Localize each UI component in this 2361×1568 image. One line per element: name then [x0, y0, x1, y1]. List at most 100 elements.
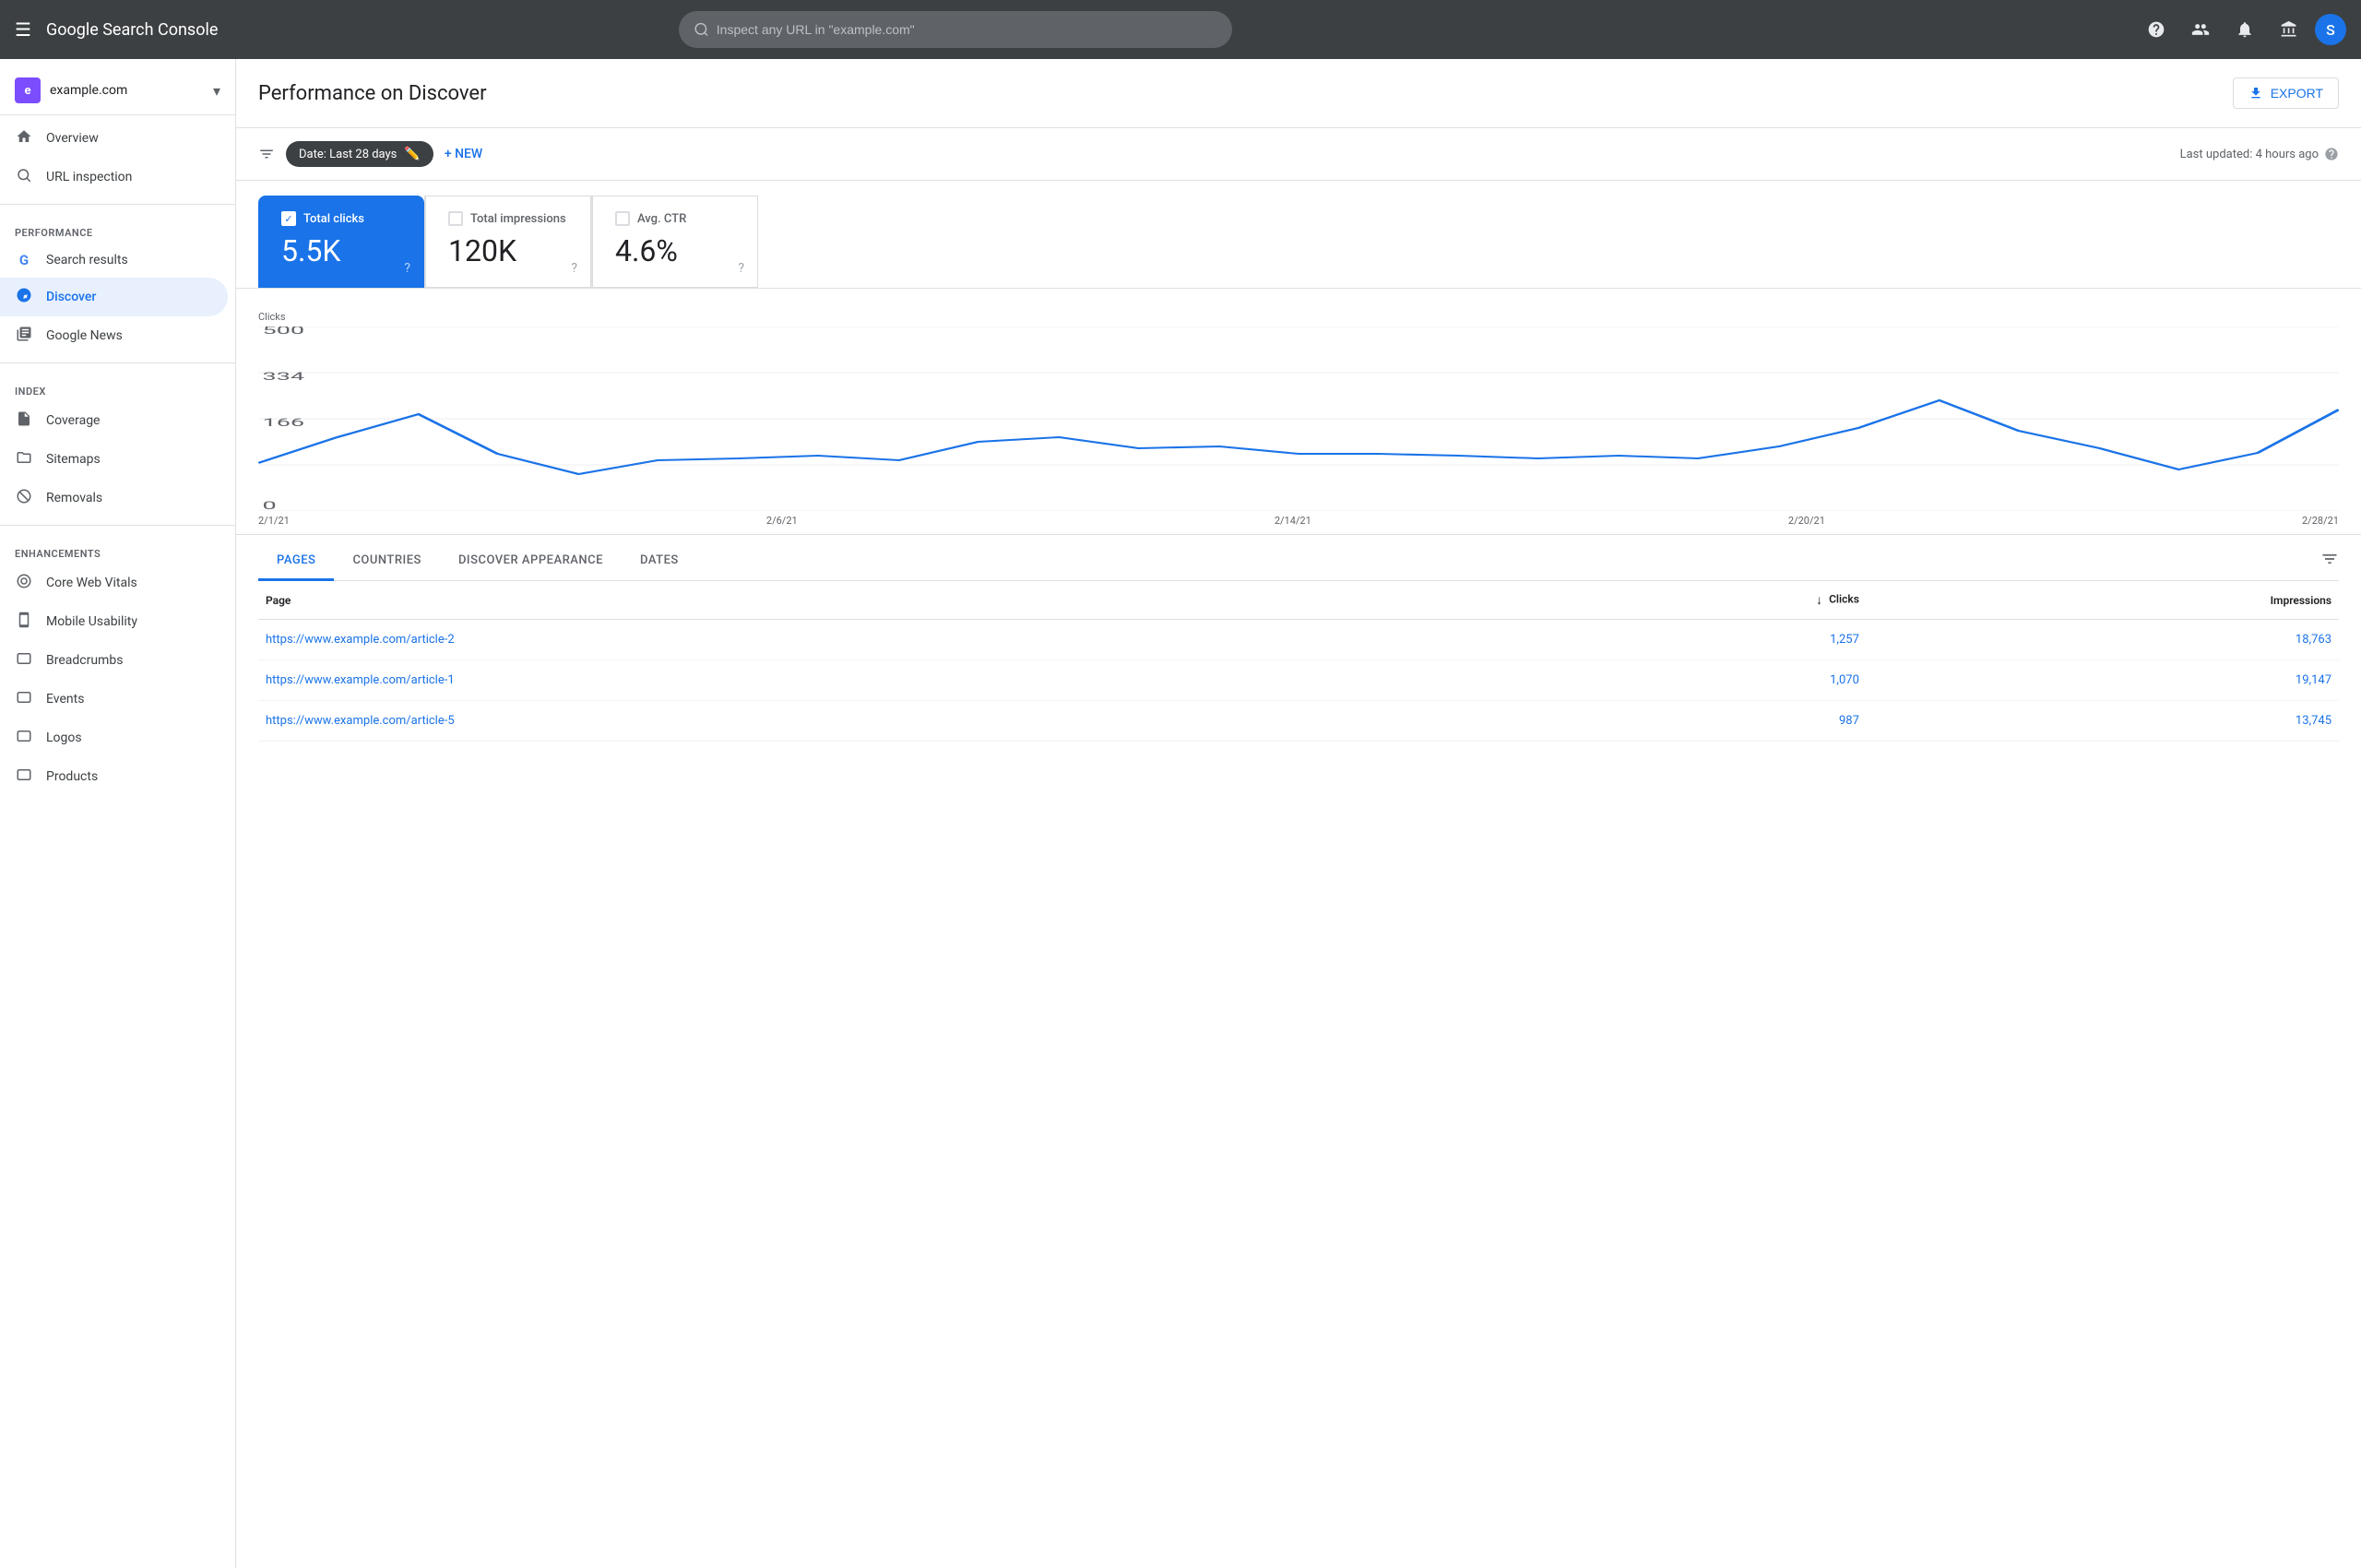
coverage-icon — [15, 410, 33, 431]
download-icon — [2248, 86, 2263, 101]
chart-x-label-3: 2/20/21 — [1788, 515, 1825, 527]
last-updated-help-icon[interactable] — [2324, 147, 2339, 161]
metric-impressions-checkbox — [448, 211, 463, 226]
sidebar-label-sitemaps: Sitemaps — [46, 452, 101, 467]
metric-clicks-check: ✓ — [281, 211, 296, 226]
page-url-0[interactable]: https://www.example.com/article-2 — [258, 620, 1507, 660]
metrics-row: ✓ Total clicks 5.5K ? Total impressions … — [236, 181, 2361, 289]
sidebar-item-breadcrumbs[interactable]: Breadcrumbs — [0, 641, 228, 680]
sidebar-item-coverage[interactable]: Coverage — [0, 401, 228, 440]
sitemaps-icon — [15, 449, 33, 469]
tab-discover-appearance[interactable]: DISCOVER APPEARANCE — [440, 542, 622, 581]
apps-button[interactable] — [2271, 11, 2308, 48]
site-selector[interactable]: e example.com ▾ — [0, 66, 235, 115]
chart-x-label-2: 2/14/21 — [1275, 515, 1311, 527]
section-label-enhancements: Enhancements — [0, 533, 235, 564]
sidebar-item-search-results[interactable]: G Search results — [0, 243, 228, 278]
sidebar-label-url-inspection: URL inspection — [46, 170, 132, 184]
metric-avg-ctr[interactable]: Avg. CTR 4.6% ? — [592, 196, 758, 288]
notifications-button[interactable] — [2226, 11, 2263, 48]
sidebar-item-sitemaps[interactable]: Sitemaps — [0, 440, 228, 479]
metric-ctr-help-icon[interactable]: ? — [738, 261, 744, 276]
search-bar[interactable] — [679, 11, 1232, 48]
col-header-impressions: Impressions — [1867, 581, 2339, 620]
search-input[interactable] — [717, 22, 1217, 37]
metric-clicks-label: ✓ Total clicks — [281, 211, 401, 226]
main-content: Performance on Discover EXPORT Date: Las… — [236, 59, 2361, 1568]
breadcrumbs-icon — [15, 650, 33, 671]
metric-total-impressions[interactable]: Total impressions 120K ? — [425, 196, 591, 288]
impressions-2: 13,745 — [1867, 701, 2339, 742]
metric-total-clicks[interactable]: ✓ Total clicks 5.5K ? — [258, 196, 424, 288]
metric-impressions-label: Total impressions — [448, 211, 568, 226]
sidebar-label-mobile-usability: Mobile Usability — [46, 614, 137, 629]
sort-down-icon: ↓ — [1816, 593, 1822, 608]
sidebar-item-google-news[interactable]: Google News — [0, 316, 228, 355]
chart-x-label-1: 2/6/21 — [766, 515, 798, 527]
menu-icon[interactable]: ☰ — [15, 18, 31, 41]
mobile-icon — [15, 612, 33, 632]
metric-clicks-help-icon[interactable]: ? — [404, 261, 410, 276]
navbar-icons: S — [2138, 11, 2346, 48]
date-filter-chip[interactable]: Date: Last 28 days ✏️ — [286, 141, 433, 167]
search-nav-icon — [15, 167, 33, 187]
sidebar-item-core-web-vitals[interactable]: Core Web Vitals — [0, 564, 228, 602]
last-updated-text: Last updated: 4 hours ago — [2180, 148, 2319, 161]
export-button[interactable]: EXPORT — [2233, 77, 2339, 109]
app-logo: Google Search Console — [46, 20, 218, 40]
sidebar-item-events[interactable]: Events — [0, 680, 228, 719]
date-chip-label: Date: Last 28 days — [299, 148, 397, 161]
chart-x-labels: 2/1/21 2/6/21 2/14/21 2/20/21 2/28/21 — [258, 511, 2339, 527]
site-dropdown-icon[interactable]: ▾ — [213, 82, 220, 100]
table-row: https://www.example.com/article-5 987 13… — [258, 701, 2339, 742]
sidebar-item-url-inspection[interactable]: URL inspection — [0, 158, 228, 196]
google-g-icon: G — [15, 252, 33, 268]
impressions-0: 18,763 — [1867, 620, 2339, 660]
sidebar-item-products[interactable]: Products — [0, 757, 228, 796]
svg-text:500: 500 — [263, 327, 305, 337]
discover-icon — [15, 287, 33, 307]
sidebar-label-logos: Logos — [46, 731, 82, 745]
col-header-page: Page — [258, 581, 1507, 620]
sidebar-item-discover[interactable]: Discover — [0, 278, 228, 316]
metric-ctr-value: 4.6% — [615, 233, 735, 268]
clicks-2: 987 — [1507, 701, 1867, 742]
metric-clicks-value: 5.5K — [281, 233, 401, 268]
section-label-performance: Performance — [0, 212, 235, 243]
tab-countries[interactable]: COUNTRIES — [334, 542, 440, 581]
tab-pages[interactable]: PAGES — [258, 542, 334, 581]
export-label: EXPORT — [2271, 86, 2323, 101]
metric-ctr-checkbox — [615, 211, 630, 226]
svg-text:166: 166 — [263, 417, 305, 430]
sidebar-item-removals[interactable]: Removals — [0, 479, 228, 517]
sidebar-label-removals: Removals — [46, 491, 102, 505]
clicks-0: 1,257 — [1507, 620, 1867, 660]
sidebar-item-logos[interactable]: Logos — [0, 719, 228, 757]
table-section: PAGES COUNTRIES DISCOVER APPEARANCE DATE… — [236, 535, 2361, 742]
help-button[interactable] — [2138, 11, 2175, 48]
edit-icon: ✏️ — [404, 147, 420, 161]
tab-dates[interactable]: DATES — [622, 542, 697, 581]
data-table: Page ↓ Clicks Impressions https://www.ex… — [258, 581, 2339, 742]
metric-impressions-help-icon[interactable]: ? — [571, 261, 577, 276]
page-title: Performance on Discover — [258, 82, 487, 105]
table-row: https://www.example.com/article-2 1,257 … — [258, 620, 2339, 660]
sidebar-item-overview[interactable]: Overview — [0, 119, 228, 158]
avatar[interactable]: S — [2315, 14, 2346, 45]
removals-icon — [15, 488, 33, 508]
new-filter-button[interactable]: + NEW — [445, 147, 482, 161]
performance-chart: 500 334 166 0 — [258, 327, 2339, 511]
sidebar-label-google-news: Google News — [46, 328, 123, 343]
chart-x-label-4: 2/28/21 — [2302, 515, 2339, 527]
filter-bar: Date: Last 28 days ✏️ + NEW Last updated… — [236, 128, 2361, 181]
sidebar-label-coverage: Coverage — [46, 413, 100, 428]
filter-icon[interactable] — [258, 146, 275, 162]
last-updated: Last updated: 4 hours ago — [2180, 147, 2339, 161]
filter-table-icon[interactable] — [2320, 550, 2339, 573]
page-url-2[interactable]: https://www.example.com/article-5 — [258, 701, 1507, 742]
new-filter-label: + NEW — [445, 147, 482, 161]
home-icon — [15, 128, 33, 148]
page-url-1[interactable]: https://www.example.com/article-1 — [258, 660, 1507, 701]
sidebar-item-mobile-usability[interactable]: Mobile Usability — [0, 602, 228, 641]
users-button[interactable] — [2182, 11, 2219, 48]
